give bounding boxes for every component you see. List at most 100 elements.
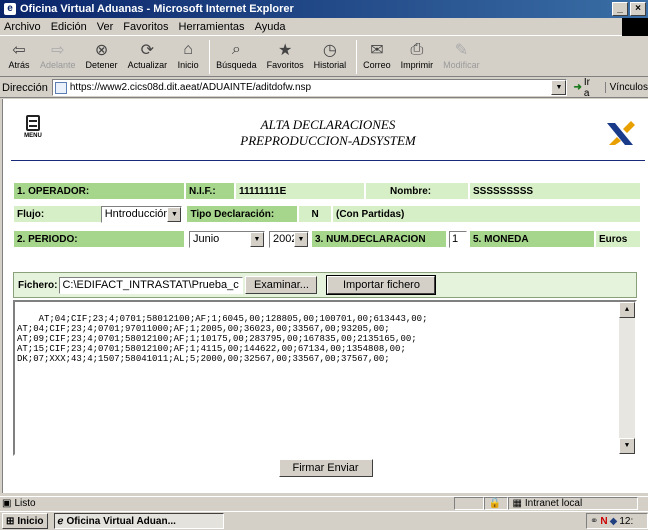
chevron-down-icon[interactable]: ▼ [551,80,567,95]
num-declaracion-input[interactable] [449,230,467,248]
importar-fichero-button[interactable]: Importar fichero [326,275,437,295]
print-button[interactable]: ⎙ Imprimir [401,40,434,70]
windows-logo-icon [622,18,648,36]
antivirus-icon: N [600,515,608,527]
home-button[interactable]: ⌂ Inicio [177,40,199,70]
nif-label: N.I.F.: [185,182,235,200]
menu-herramientas[interactable]: Herramientas [179,21,245,33]
edit-button[interactable]: ✎ Modificar [443,40,480,70]
anio-select[interactable]: 2002 ▼ [269,230,309,248]
num-declaracion-label: 3. NUM.DECLARACION [311,230,447,248]
edit-label: Modificar [443,60,480,70]
zone-label: Intranet local [524,498,583,509]
tipo-declaracion-desc: (Con Partidas) [332,205,641,223]
examinar-button[interactable]: Examinar... [245,276,318,294]
refresh-button[interactable]: ⟳ Actualizar [128,40,168,70]
forward-arrow-icon: ⇨ [51,42,65,59]
home-label: Inicio [177,60,199,70]
menu-ver[interactable]: Ver [97,21,114,33]
tipo-declaracion-value: N [298,205,332,223]
back-button[interactable]: ⇦ Atrás [8,40,30,70]
nombre-label: Nombre: [365,182,469,200]
page-content: MENU ALTA DECLARACIONES PREPRODUCCION-AD… [2,99,648,493]
toolbar-separator [209,40,211,74]
firmar-enviar-button[interactable]: Firmar Enviar [278,459,373,477]
stop-label: Detener [85,60,118,70]
print-label: Imprimir [400,60,434,70]
search-label: Búsqueda [216,60,257,70]
intranet-icon: ▦ [512,498,522,509]
fichero-input[interactable] [59,276,244,294]
edit-icon: ✎ [454,42,469,59]
mail-button[interactable]: ✉ Correo [363,40,391,70]
lock-icon: 🔒 [484,497,509,510]
start-label: Inicio [17,515,44,527]
operador-row: 1. OPERADOR: N.I.F.: 11111111E Nombre: S… [13,181,641,201]
go-button[interactable]: ➜ Ir a [573,77,596,99]
security-zone: ▦ Intranet local [508,497,639,510]
chevron-down-icon: ▼ [167,206,182,222]
flujo-label: Flujo: [13,205,103,223]
nombre-value: SSSSSSSSS [469,182,641,200]
search-button[interactable]: ⌕ Búsqueda [216,40,257,70]
address-input[interactable]: https://www2.cics08d.dit.aeat/ADUAINTE/a… [51,79,568,96]
menu-favoritos[interactable]: Favoritos [123,21,168,33]
mail-icon: ✉ [370,42,384,59]
taskbar: ⊞ Inicio ℯ Oficina Virtual Aduan... ⚭ N … [0,511,648,530]
aeat-logo-icon [607,121,635,145]
address-label: Dirección [2,81,48,94]
favorites-button[interactable]: ★ Favoritos [267,40,304,70]
favorites-label: Favoritos [266,60,304,70]
window-title: Oficina Virtual Aduanas - Microsoft Inte… [20,3,294,15]
go-arrow-icon: ➜ [573,82,582,93]
history-button[interactable]: ◷ Historial [314,40,347,70]
declaracion-textarea[interactable]: AT;04;CIF;23;4;0701;58012100;AF;1;6045,0… [13,300,637,456]
refresh-label: Actualizar [127,60,168,70]
mes-select[interactable]: Junio ▼ [189,230,265,248]
windows-logo-icon: ⊞ [6,515,15,527]
taskbar-item-ie[interactable]: ℯ Oficina Virtual Aduan... [53,513,224,529]
tipo-declaracion-label: Tipo Declaración: [186,205,299,223]
flujo-select[interactable]: Hntroducción ▼ [100,205,183,223]
moneda-value: Euros [595,230,641,248]
status-text: Listo [14,498,36,509]
page-icon [54,81,67,94]
taskbar-item-label: Oficina Virtual Aduan... [66,515,176,527]
mes-selected: Junio [193,233,220,245]
forward-label: Adelante [40,60,76,70]
forward-button[interactable]: ⇨ Adelante [40,40,76,70]
flujo-selected: Hntroducción [104,208,170,220]
history-icon: ◷ [322,42,337,59]
textarea-scrollbar[interactable]: ▲ ▼ [619,302,635,454]
scroll-up-icon[interactable]: ▲ [619,302,635,318]
flujo-row: Flujo: Hntroducción ▼ Tipo Declaración: … [13,204,641,224]
page-header: MENU ALTA DECLARACIONES PREPRODUCCION-AD… [11,109,645,161]
network-icon: ⚭ [590,515,599,527]
periodo-row: 2. PERIODO: Junio ▼ 2002 ▼ 3. NUM.DECLAR… [13,229,641,249]
internet-explorer-icon: ℯ [57,515,64,527]
page-status-icon: ▣ [2,498,12,509]
menu-edicion[interactable]: Edición [51,21,87,33]
refresh-icon: ⟳ [140,42,155,59]
menu-ayuda[interactable]: Ayuda [255,21,286,33]
chevron-down-icon: ▼ [250,231,264,247]
links-button[interactable]: Vínculos [604,82,648,93]
stop-button[interactable]: ⊗ Detener [86,40,118,70]
toolbar-separator [356,40,358,74]
scroll-down-icon[interactable]: ▼ [619,438,635,454]
address-url: https://www2.cics08d.dit.aeat/ADUAINTE/a… [69,82,312,93]
window-titlebar: e Oficina Virtual Aduanas - Microsoft In… [0,0,648,18]
fichero-row: Fichero: Examinar... Importar fichero [13,272,637,298]
close-button[interactable]: × [630,2,646,16]
menu-archivo[interactable]: Archivo [4,21,41,33]
printer-icon: ⎙ [410,41,424,58]
start-button[interactable]: ⊞ Inicio [2,513,48,529]
status-segment [454,497,485,510]
standard-toolbar: ⇦ Atrás ⇨ Adelante ⊗ Detener ⟳ Actualiza… [0,37,648,77]
minimize-button[interactable]: _ [612,2,628,16]
go-label: Ir a [583,76,590,99]
chevron-down-icon: ▼ [294,231,308,247]
fichero-label: Fichero: [18,279,58,291]
history-label: Historial [313,60,347,70]
system-tray: ⚭ N ◆ 12: [586,513,648,529]
